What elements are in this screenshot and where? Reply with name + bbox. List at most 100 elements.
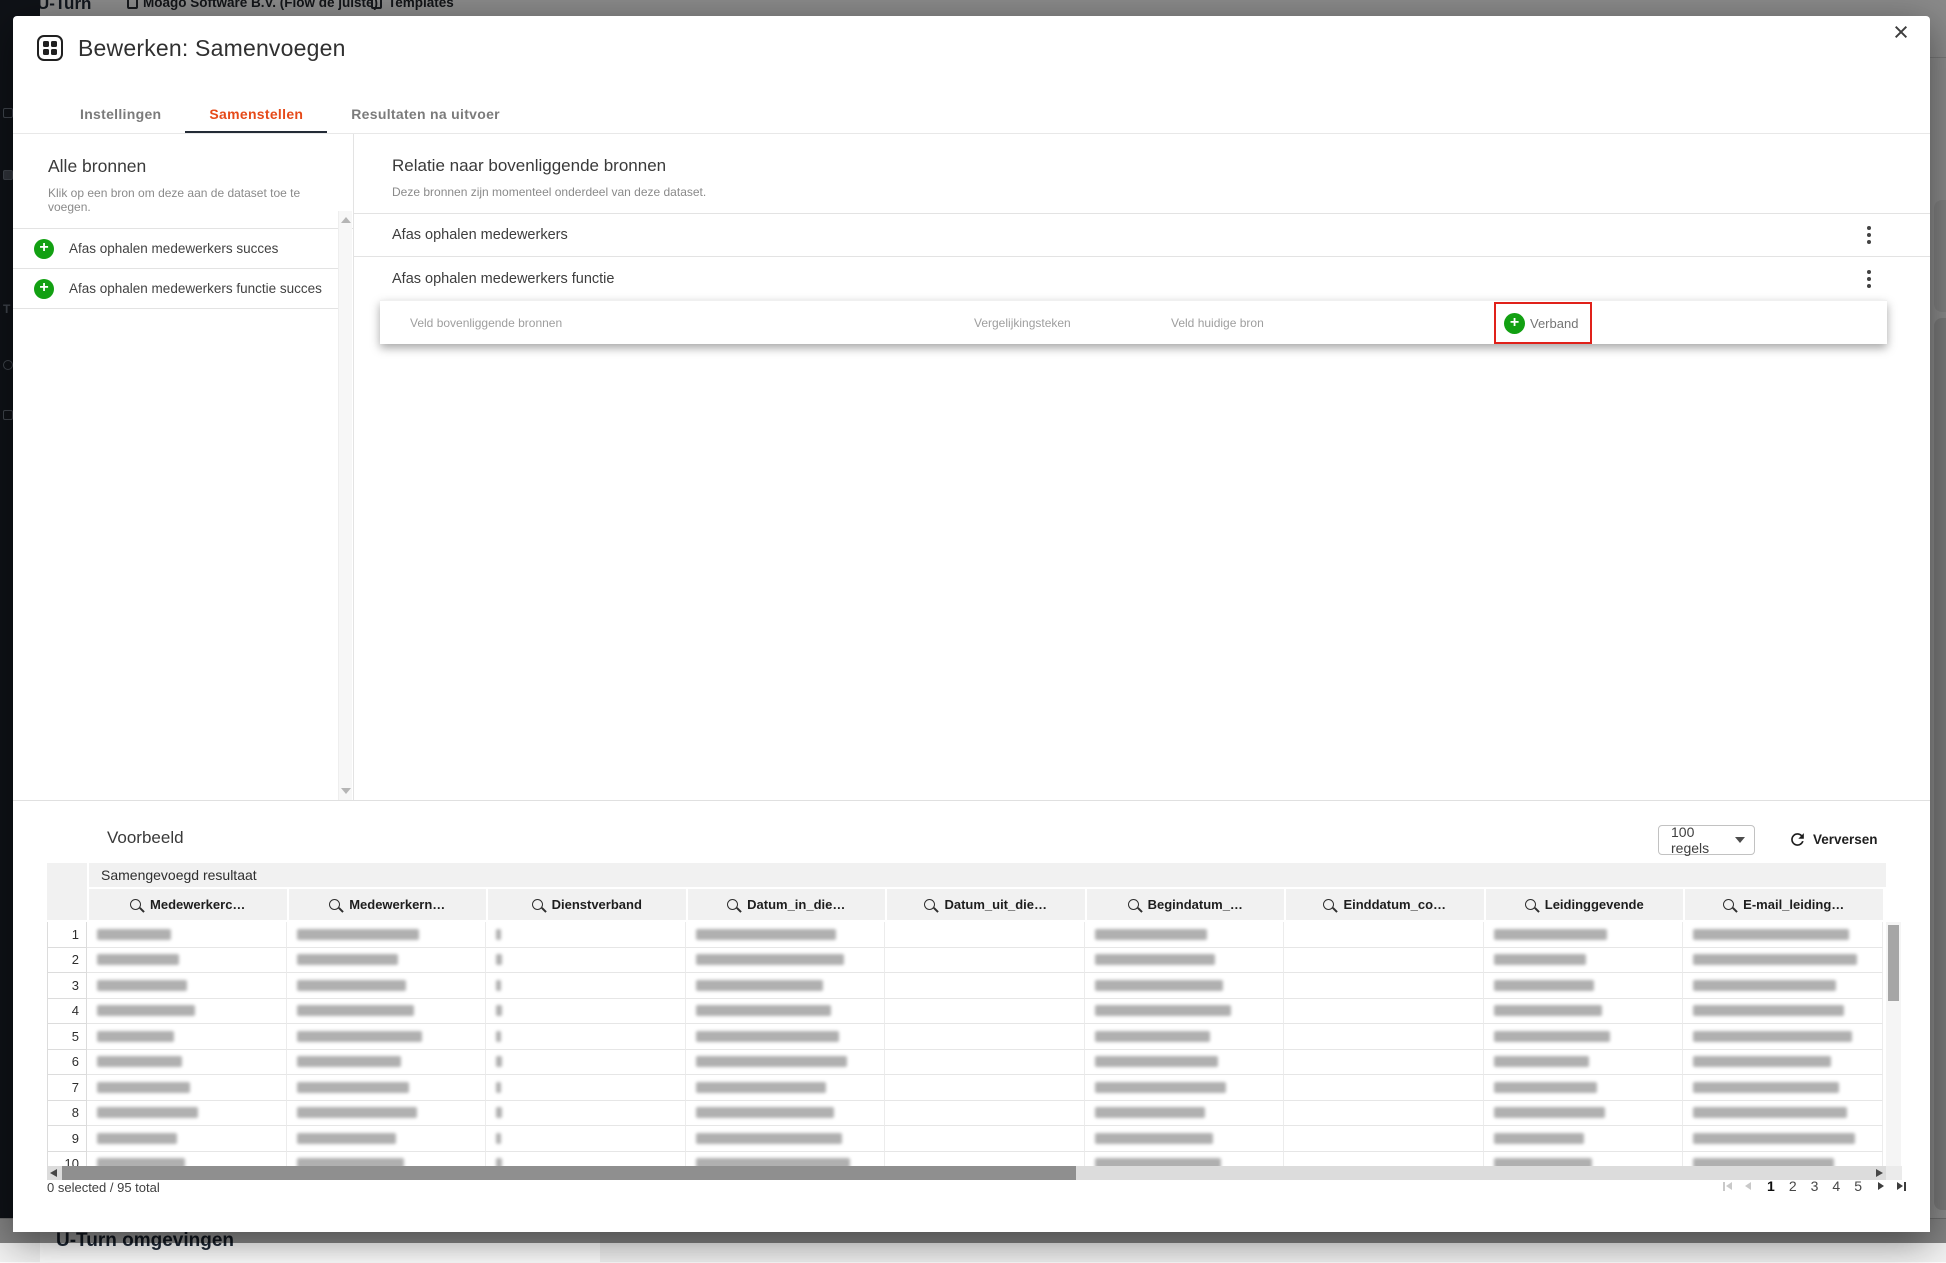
table-cell: [87, 1075, 287, 1101]
column-header-label: Begindatum_…: [1148, 897, 1243, 912]
redacted-text: [496, 1158, 502, 1166]
redacted-text: [1494, 1158, 1592, 1166]
redacted-text: [297, 1005, 414, 1016]
column-header-datum-uit-die[interactable]: Datum_uit_die…: [887, 889, 1087, 920]
table-cell: [1484, 948, 1684, 974]
column-header-medewerkern[interactable]: Medewerkern…: [289, 889, 489, 920]
table-cell: [1284, 1024, 1484, 1050]
table-body: 12345678910: [47, 922, 1902, 1166]
column-header-e-mail-leiding[interactable]: E-mail_leiding…: [1685, 889, 1885, 920]
redacted-text: [1494, 980, 1594, 991]
previous-page-button[interactable]: [1745, 1182, 1751, 1190]
search-icon[interactable]: [130, 899, 141, 910]
table-cell: [287, 1024, 487, 1050]
relation-row-afas-ophalen-medewerkers-functie[interactable]: Afas ophalen medewerkers functie: [354, 257, 1930, 300]
source-item-afas-ophalen-medewerkers-succes[interactable]: Afas ophalen medewerkers succes: [13, 229, 338, 269]
redacted-text: [1095, 1082, 1226, 1093]
scroll-right-icon[interactable]: [1876, 1169, 1883, 1177]
column-header-label: Datum_in_die…: [747, 897, 845, 912]
search-icon[interactable]: [532, 899, 543, 910]
page-3[interactable]: 3: [1811, 1178, 1819, 1194]
redacted-text: [1693, 1031, 1852, 1042]
table-cell: [1085, 922, 1285, 948]
search-icon[interactable]: [1128, 899, 1139, 910]
sources-scrollbar[interactable]: [338, 211, 352, 800]
table-cell: [1085, 1050, 1285, 1076]
table-cell: [686, 999, 886, 1025]
row-number: 9: [47, 1126, 87, 1152]
search-icon[interactable]: [924, 899, 935, 910]
table-row: 10: [47, 1152, 1902, 1167]
mapping-column-comparator: Vergelijkingsteken: [974, 316, 1071, 330]
table-group-header: Samengevoegd resultaat: [89, 863, 1886, 887]
scrollbar-thumb[interactable]: [1888, 925, 1899, 1001]
column-header-dienstverband[interactable]: Dienstverband: [488, 889, 688, 920]
redacted-text: [297, 980, 406, 991]
redacted-text: [696, 1133, 842, 1144]
column-header-leidinggevende[interactable]: Leidinggevende: [1486, 889, 1686, 920]
table-horizontal-scrollbar[interactable]: [47, 1166, 1886, 1180]
redacted-text: [1494, 1082, 1597, 1093]
redacted-text: [496, 1107, 502, 1118]
search-icon[interactable]: [329, 899, 340, 910]
column-header-label: Medewerkern…: [349, 897, 445, 912]
scroll-up-icon[interactable]: [341, 217, 351, 223]
table-header-row: Medewerkerc… Medewerkern… Dienstverband Dat…: [89, 889, 1885, 920]
table-cell: [1284, 1075, 1484, 1101]
search-icon[interactable]: [727, 899, 738, 910]
column-header-datum-in-die[interactable]: Datum_in_die…: [688, 889, 888, 920]
table-cell: [1484, 1126, 1684, 1152]
table-cell: [486, 922, 686, 948]
source-item-label: Afas ophalen medewerkers functie succes: [69, 281, 322, 296]
relation-row-afas-ophalen-medewerkers[interactable]: Afas ophalen medewerkers: [354, 214, 1930, 257]
page-5[interactable]: 5: [1854, 1178, 1862, 1194]
page-1[interactable]: 1: [1767, 1178, 1775, 1194]
table-cell: [885, 1024, 1085, 1050]
table-vertical-scrollbar[interactable]: [1886, 922, 1901, 1166]
add-relation-button[interactable]: Verband: [1494, 302, 1592, 344]
page-4[interactable]: 4: [1832, 1178, 1840, 1194]
scroll-down-icon[interactable]: [341, 788, 351, 794]
column-header-einddatum-co[interactable]: Einddatum_co…: [1286, 889, 1486, 920]
page-2[interactable]: 2: [1789, 1178, 1797, 1194]
mapping-column-parent-field: Veld bovenliggende bronnen: [410, 316, 562, 330]
preview-title: Voorbeeld: [107, 828, 184, 848]
close-icon[interactable]: [1887, 18, 1915, 46]
redacted-text: [297, 1158, 404, 1166]
row-menu-icon[interactable]: [1860, 269, 1878, 289]
last-page-button[interactable]: [1897, 1182, 1906, 1191]
row-menu-icon[interactable]: [1860, 225, 1878, 245]
redacted-text: [97, 929, 171, 940]
table-cell: [686, 1050, 886, 1076]
table-cell: [1683, 999, 1883, 1025]
redacted-text: [97, 1158, 185, 1166]
table-cell: [1085, 1126, 1285, 1152]
dataset-icon: [37, 35, 63, 61]
redacted-text: [696, 1107, 834, 1118]
table-cell: [1085, 1152, 1285, 1167]
table-cell: [1683, 1075, 1883, 1101]
first-page-button[interactable]: [1723, 1182, 1732, 1191]
table-cell: [87, 973, 287, 999]
redacted-text: [696, 954, 844, 965]
search-icon[interactable]: [1323, 899, 1334, 910]
search-icon[interactable]: [1525, 899, 1536, 910]
scroll-left-icon[interactable]: [50, 1169, 57, 1177]
redacted-text: [97, 1107, 198, 1118]
scrollbar-thumb[interactable]: [62, 1166, 1076, 1180]
search-icon[interactable]: [1723, 899, 1734, 910]
redacted-text: [297, 1082, 409, 1093]
next-page-button[interactable]: [1878, 1182, 1884, 1190]
column-header-medewerkerc[interactable]: Medewerkerc…: [89, 889, 289, 920]
source-item-afas-ophalen-medewerkers-functie-succes[interactable]: Afas ophalen medewerkers functie succes: [13, 269, 338, 309]
tab-samenstellen[interactable]: Samenstellen: [185, 95, 327, 133]
add-circle-icon: [34, 279, 54, 299]
refresh-button[interactable]: Verversen: [1788, 830, 1878, 849]
table-row: 7: [47, 1075, 1902, 1101]
tab-instellingen[interactable]: Instellingen: [56, 95, 185, 133]
tab-resultaten-na-uitvoer[interactable]: Resultaten na uitvoer: [327, 95, 524, 133]
table-cell: [87, 948, 287, 974]
column-header-begindatum[interactable]: Begindatum_…: [1087, 889, 1287, 920]
table-cell: [686, 1126, 886, 1152]
rows-per-page-select[interactable]: 100 regels: [1658, 825, 1755, 855]
